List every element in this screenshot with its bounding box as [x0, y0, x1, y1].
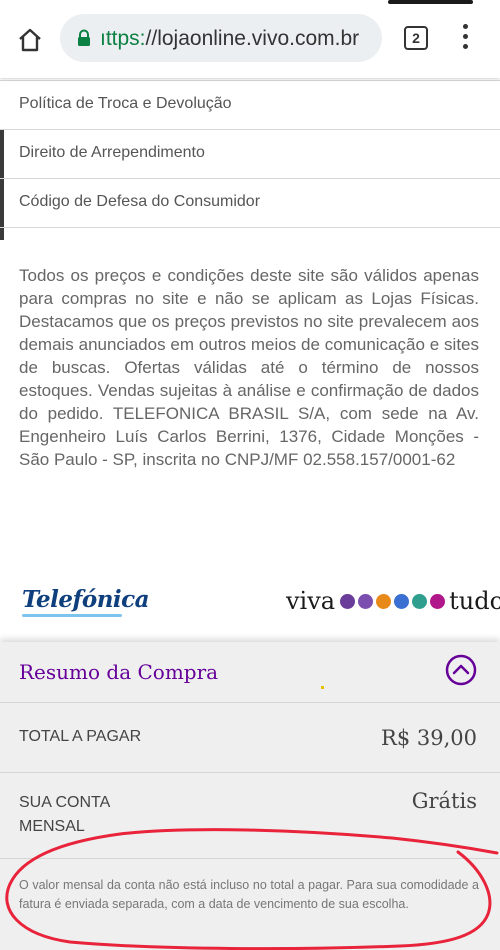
- tab-switcher-button[interactable]: 2: [404, 26, 428, 50]
- footer-link-defesa-consumidor[interactable]: Código de Defesa do Consumidor: [0, 178, 500, 226]
- monthly-label-line1: SUA CONTA: [19, 794, 111, 811]
- home-button[interactable]: [12, 22, 48, 58]
- monthly-label-line2: MENSAL: [19, 818, 85, 835]
- vivatudo-logo: viva tudo: [286, 586, 500, 616]
- purchase-summary-header[interactable]: Resumo da Compra: [0, 642, 500, 703]
- summary-divider: [0, 858, 500, 859]
- vivatudo-dot-icon: [375, 593, 391, 609]
- vivatudo-dot-icon: [339, 593, 355, 609]
- url-scheme: ıttps:: [100, 27, 146, 50]
- url-host: //lojaonline.vivo.com.br: [145, 27, 360, 50]
- page-load-indicator: [388, 0, 473, 4]
- vivatudo-dot-icon: [429, 593, 445, 609]
- monthly-value: Grátis: [411, 789, 477, 813]
- footer-link-label: Código de Defesa do Consumidor: [19, 193, 261, 210]
- telefonica-logo: Telefónica: [22, 586, 150, 613]
- footer-link-label: Direito de Arrependimento: [19, 144, 205, 161]
- vivatudo-word-tudo: tudo: [449, 587, 500, 615]
- footer-divider: [0, 227, 500, 228]
- total-label: TOTAL A PAGAR: [19, 728, 142, 745]
- collapse-chevron-up-icon[interactable]: [445, 654, 477, 686]
- home-icon: [19, 28, 41, 52]
- purchase-summary-panel: Resumo da Compra TOTAL A PAGAR R$ 39,00 …: [0, 642, 500, 950]
- artifact-dot: [321, 686, 324, 689]
- browser-toolbar: ıttps://lojaonline.vivo.com.br 2: [0, 0, 500, 78]
- summary-disclaimer: O valor mensal da conta não está incluso…: [19, 878, 479, 911]
- lock-icon: [78, 29, 90, 46]
- footer-link-arrependimento[interactable]: Direito de Arrependimento: [0, 129, 500, 177]
- legal-disclaimer-text: Todos os preços e condições deste site s…: [19, 266, 479, 469]
- purchase-summary-title: Resumo da Compra: [19, 660, 219, 684]
- vivatudo-dot-icon: [411, 593, 427, 609]
- telefonica-logo-swoosh: [22, 614, 122, 617]
- vivatudo-dot-icon: [357, 593, 373, 609]
- vivatudo-dots: [338, 593, 446, 609]
- total-value: R$ 39,00: [381, 726, 477, 750]
- url-text: ıttps://lojaonline.vivo.com.br: [100, 27, 359, 51]
- summary-divider: [0, 772, 500, 773]
- address-bar[interactable]: ıttps://lojaonline.vivo.com.br: [60, 14, 382, 62]
- overflow-menu-icon[interactable]: [458, 24, 472, 54]
- footer-link-label: Política de Troca e Devolução: [19, 95, 232, 112]
- vivatudo-dot-icon: [393, 593, 409, 609]
- footer-link-troca-devolucao[interactable]: Política de Troca e Devolução: [0, 80, 500, 128]
- vivatudo-word-viva: viva: [286, 587, 336, 615]
